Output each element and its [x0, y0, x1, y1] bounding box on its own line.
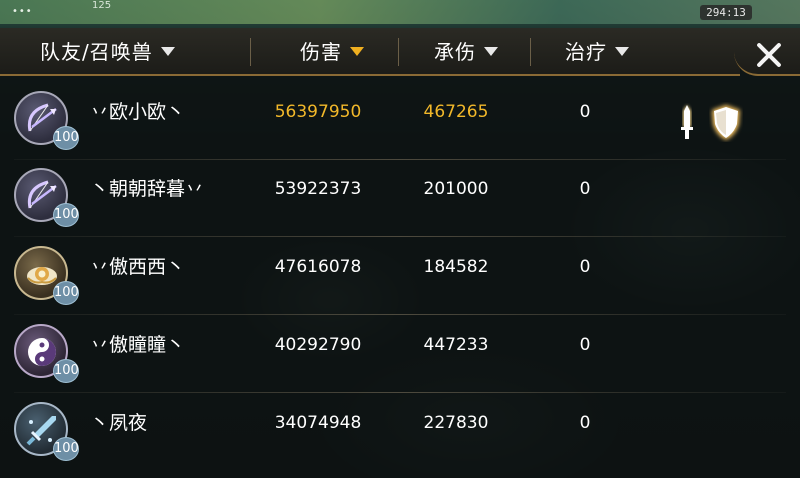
sort-heal-arrow-icon [615, 47, 629, 56]
damage-value: 53922373 [274, 179, 362, 199]
heal-value: 0 [579, 102, 591, 122]
player-name: 丷傲瞳瞳丶 [90, 334, 186, 356]
top-tank-shield-icon [712, 105, 740, 140]
damage-taken-value: 184582 [423, 257, 489, 277]
level-badge: 100 [53, 203, 79, 227]
sort-taken-arrow-icon [484, 47, 498, 56]
sort-heal-label: 治疗 [565, 40, 607, 64]
sort-team-tab[interactable]: 队友/召唤兽 [40, 28, 175, 76]
damage-value: 34074948 [274, 413, 362, 433]
sort-damage-arrow-icon [350, 47, 364, 56]
player-row[interactable]: 100 丶夙夜 34074948 227830 0 [0, 395, 800, 471]
damage-value: 56397950 [274, 102, 362, 122]
sort-team-arrow-icon [160, 47, 175, 56]
top-damage-sword-icon [681, 105, 693, 139]
sort-damage-tab[interactable]: 伤害 [300, 28, 364, 76]
damage-value: 47616078 [274, 257, 362, 277]
row-divider [14, 314, 786, 315]
header-divider [250, 38, 251, 66]
sort-taken-tab[interactable]: 承伤 [434, 28, 498, 76]
level-badge: 100 [53, 437, 79, 461]
row-divider [14, 392, 786, 393]
heal-value: 0 [579, 413, 591, 433]
player-row[interactable]: 100 丶朝朝辞暮丷 53922373 201000 0 [0, 161, 800, 237]
game-hud-strip [0, 0, 800, 24]
level-badge: 100 [53, 281, 79, 305]
level-badge: 100 [53, 126, 79, 150]
header-divider [398, 38, 399, 66]
heal-value: 0 [579, 257, 591, 277]
damage-taken-value: 467265 [423, 102, 489, 122]
player-row[interactable]: 100 丷傲西西丶 47616078 184582 0 [0, 239, 800, 315]
damage-value: 40292790 [274, 335, 362, 355]
player-name: 丷傲西西丶 [90, 256, 186, 278]
player-name: 丷欧小欧丶 [90, 101, 186, 123]
player-name: 丶夙夜 [90, 412, 148, 434]
heal-value: 0 [579, 335, 591, 355]
heal-value: 0 [579, 179, 591, 199]
header-divider [530, 38, 531, 66]
damage-taken-value: 227830 [423, 413, 489, 433]
chat-dots-icon[interactable]: ••• [12, 6, 33, 17]
player-name: 丶朝朝辞暮丷 [90, 178, 205, 200]
hud-number: 125 [92, 0, 112, 11]
sort-taken-label: 承伤 [434, 40, 476, 64]
sort-damage-label: 伤害 [300, 40, 342, 64]
row-divider [14, 159, 786, 160]
sort-team-label: 队友/召唤兽 [40, 40, 153, 64]
damage-taken-value: 201000 [423, 179, 489, 199]
player-row[interactable]: 100 丷傲瞳瞳丶 40292790 447233 0 [0, 317, 800, 393]
row-divider [14, 236, 786, 237]
close-icon[interactable] [752, 38, 786, 72]
sort-heal-tab[interactable]: 治疗 [565, 28, 629, 76]
damage-taken-value: 447233 [423, 335, 489, 355]
level-badge: 100 [53, 359, 79, 383]
stats-header: 队友/召唤兽 伤害 承伤 治疗 [0, 28, 740, 76]
battle-timer: 294:13 [700, 5, 752, 20]
